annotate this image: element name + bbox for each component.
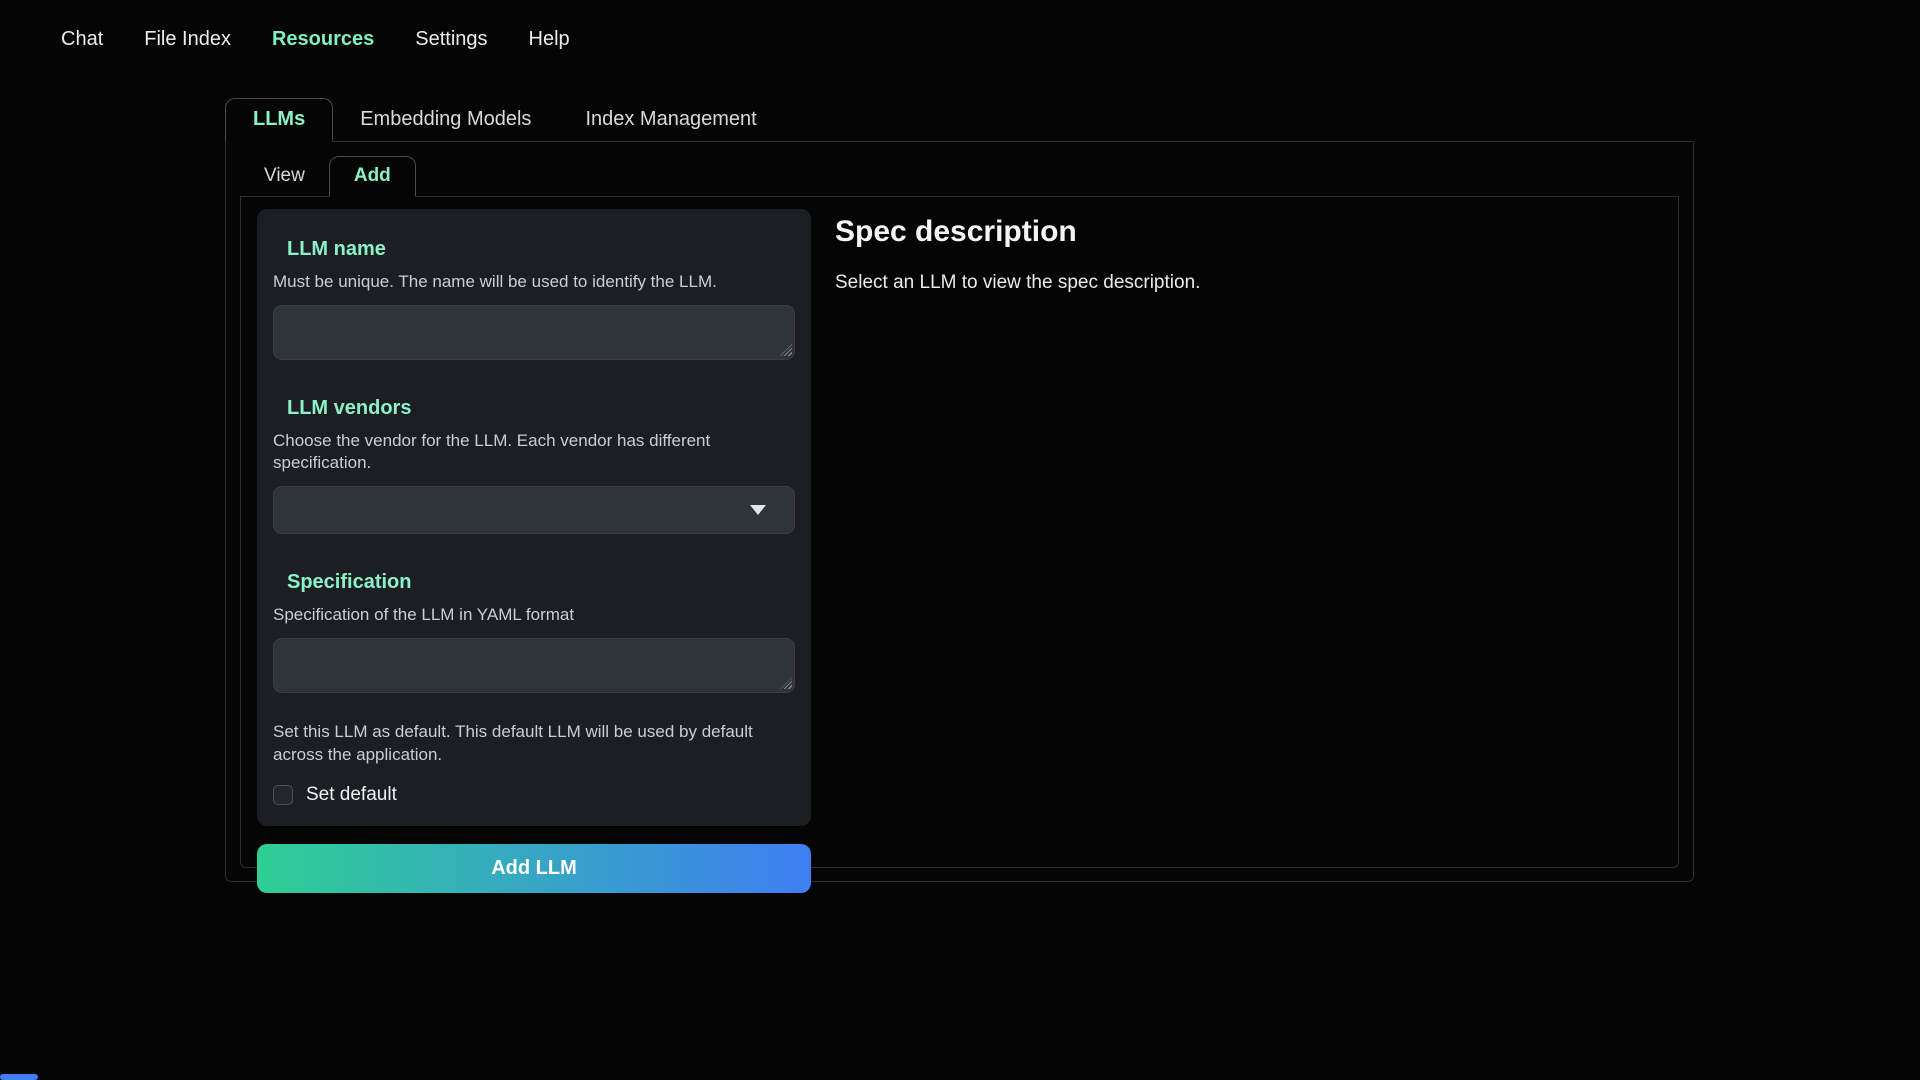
resources-tab-group: LLMs Embedding Models Index Management V… (225, 98, 1694, 882)
llm-vendors-select[interactable] (273, 486, 795, 534)
subtab-view[interactable]: View (240, 157, 329, 196)
tab-index-management[interactable]: Index Management (558, 99, 783, 141)
llm-vendors-info: Choose the vendor for the LLM. Each vend… (273, 430, 795, 474)
spec-description-body: Select an LLM to view the spec descripti… (835, 272, 1662, 294)
specification-label: Specification (287, 570, 795, 594)
subtab-add[interactable]: Add (329, 156, 416, 197)
top-nav: Chat File Index Resources Settings Help (61, 28, 570, 51)
resources-tab-nav: LLMs Embedding Models Index Management (225, 98, 1694, 142)
llm-name-info: Must be unique. The name will be used to… (273, 271, 795, 293)
chevron-down-icon (750, 505, 766, 515)
add-llm-panel: LLM name Must be unique. The name will b… (240, 197, 1679, 868)
add-llm-form: LLM name Must be unique. The name will b… (257, 209, 811, 893)
tab-embedding-models[interactable]: Embedding Models (333, 99, 558, 141)
specification-input-wrap (273, 638, 795, 693)
set-default-checkbox[interactable] (273, 785, 293, 805)
tab-llms[interactable]: LLMs (225, 98, 333, 142)
llms-subtab-nav: View Add (240, 156, 1679, 197)
set-default-row[interactable]: Set default (273, 784, 795, 806)
specification-field: Specification Specification of the LLM i… (273, 570, 795, 693)
nav-item-file-index[interactable]: File Index (144, 28, 231, 51)
nav-item-help[interactable]: Help (529, 28, 570, 51)
llm-vendors-label: LLM vendors (287, 396, 795, 420)
spec-description-title: Spec description (835, 215, 1662, 250)
llm-vendors-field: LLM vendors Choose the vendor for the LL… (273, 396, 795, 534)
set-default-info: Set this LLM as default. This default LL… (273, 721, 758, 767)
nav-item-settings[interactable]: Settings (415, 28, 487, 51)
spec-description-panel: Spec description Select an LLM to view t… (831, 209, 1662, 294)
llm-name-input[interactable] (273, 305, 795, 360)
set-default-label: Set default (306, 784, 397, 806)
add-llm-button[interactable]: Add LLM (257, 844, 811, 893)
add-llm-form-card: LLM name Must be unique. The name will b… (257, 209, 811, 826)
nav-item-resources[interactable]: Resources (272, 28, 374, 51)
specification-input[interactable] (273, 638, 795, 693)
horizontal-scrollbar-thumb[interactable] (0, 1074, 38, 1080)
nav-item-chat[interactable]: Chat (61, 28, 103, 51)
llm-name-label: LLM name (287, 237, 795, 261)
specification-info: Specification of the LLM in YAML format (273, 604, 795, 626)
llm-name-field: LLM name Must be unique. The name will b… (273, 237, 795, 360)
llms-tab-panel: View Add LLM name Must be unique. The na… (225, 142, 1694, 882)
llm-name-input-wrap (273, 305, 795, 360)
